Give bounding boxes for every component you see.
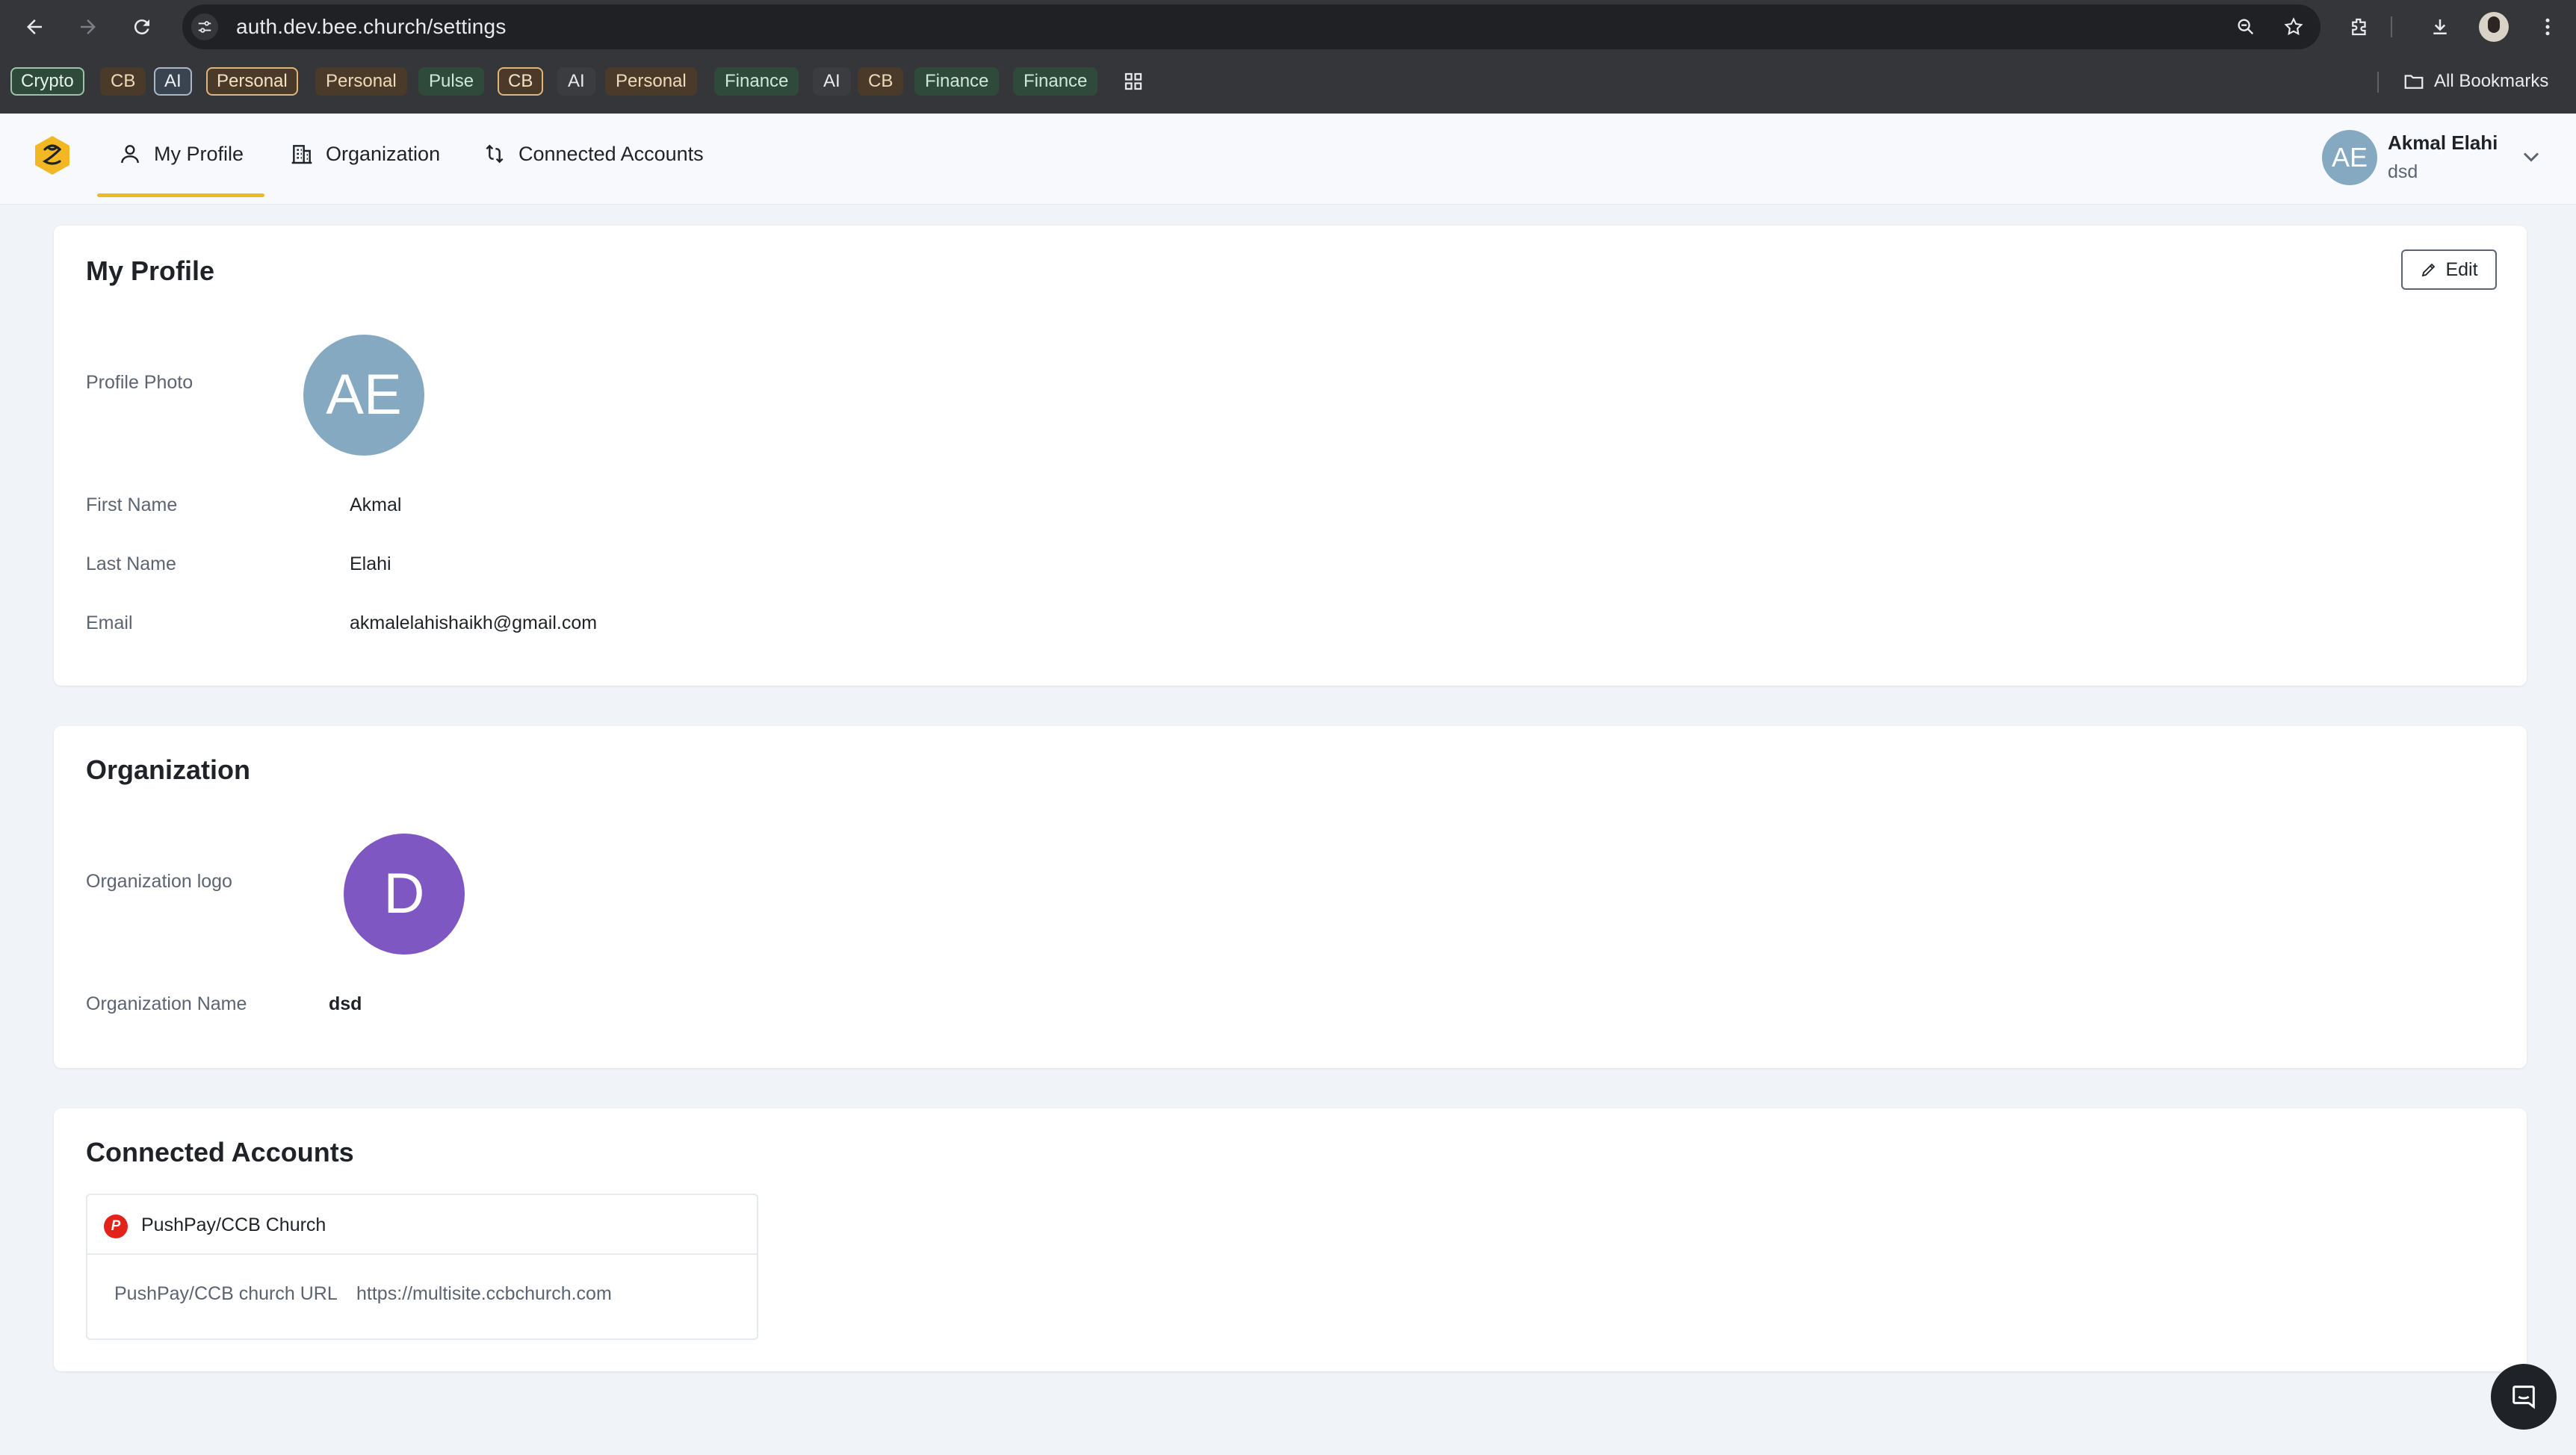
my-profile-title: My Profile <box>86 255 215 286</box>
pencil-icon <box>2422 263 2436 277</box>
bookmark-item[interactable]: AI <box>154 67 192 96</box>
organization-name-label: Organization Name <box>86 993 247 1014</box>
user-organization: dsd <box>2388 161 2418 182</box>
back-button[interactable] <box>15 7 54 46</box>
address-row: auth.dev.bee.church/settings <box>0 0 2576 54</box>
tab-organization-label: Organization <box>326 142 441 165</box>
last-name-value: Elahi <box>350 553 391 574</box>
browser-chrome: auth.dev.bee.church/settings All Bookmar… <box>0 0 2576 114</box>
organization-logo-avatar[interactable]: D <box>344 834 465 955</box>
bookmark-item[interactable]: Crypto <box>10 67 84 96</box>
tab-organization[interactable]: Organization <box>290 114 440 194</box>
bookmark-item[interactable]: Finance <box>714 67 799 96</box>
arrow-right-icon <box>81 19 96 34</box>
folder-icon <box>2404 75 2424 89</box>
app-header: My Profile Organization Connected Accoun… <box>0 114 2576 205</box>
church-url-label: PushPay/CCB church URL <box>114 1283 338 1304</box>
connection-icon <box>486 144 504 164</box>
user-icon <box>121 145 139 164</box>
extensions-icon[interactable] <box>2344 12 2374 42</box>
connected-account-header: P PushPay/CCB Church <box>87 1195 757 1255</box>
connected-account-item: P PushPay/CCB Church PushPay/CCB church … <box>86 1194 758 1340</box>
user-name: Akmal Elahi <box>2388 131 2498 154</box>
tab-my-profile-label: My Profile <box>154 142 244 165</box>
bookmarks-bar: All Bookmarks Crypto CB AI Personal Personal… <box>0 63 2576 102</box>
building-icon <box>291 145 312 164</box>
bookmark-item[interactable]: CB <box>498 67 544 96</box>
tab-connected-accounts[interactable]: Connected Accounts <box>483 114 704 194</box>
profile-photo-avatar[interactable]: AE <box>303 335 424 456</box>
reload-button[interactable] <box>123 7 161 46</box>
tab-connected-accounts-label: Connected Accounts <box>518 142 704 165</box>
bookmark-item[interactable]: Personal <box>206 67 298 96</box>
first-name-label: First Name <box>86 494 178 515</box>
connected-accounts-card: Connected Accounts P PushPay/CCB Church … <box>54 1108 2527 1371</box>
more-vertical-icon[interactable] <box>2533 12 2563 42</box>
toolbar-divider <box>2391 16 2392 37</box>
bookmark-item[interactable]: CB <box>858 67 904 96</box>
reload-icon <box>134 19 149 35</box>
bookmark-item[interactable]: Personal <box>315 67 407 96</box>
download-icon[interactable] <box>2425 12 2455 42</box>
forward-button[interactable] <box>69 7 108 46</box>
apps-grid-icon[interactable] <box>1116 67 1151 96</box>
my-profile-card: My Profile Edit Profile Photo AE First N… <box>54 226 2527 686</box>
organization-title: Organization <box>86 754 251 785</box>
all-bookmarks-label: All Bookmarks <box>2434 71 2549 91</box>
church-url-value: https://multisite.ccbchurch.com <box>356 1283 612 1304</box>
bookmark-item[interactable]: AI <box>813 67 851 96</box>
chat-icon <box>2512 1386 2535 1409</box>
connected-accounts-title: Connected Accounts <box>86 1137 354 1167</box>
bookmarks-divider <box>2377 72 2379 93</box>
tab-my-profile[interactable]: My Profile <box>97 114 265 197</box>
bookmark-item[interactable]: Finance <box>914 67 1000 96</box>
browser-profile-avatar[interactable] <box>2479 12 2509 42</box>
bookmark-star-icon[interactable] <box>2282 15 2306 39</box>
edit-button-label: Edit <box>2445 258 2478 280</box>
organization-card: Organization Organization logo D Organiz… <box>54 726 2527 1068</box>
bookmark-item[interactable]: AI <box>557 67 595 96</box>
connected-account-name: PushPay/CCB Church <box>141 1214 326 1235</box>
organization-name-value: dsd <box>329 993 362 1014</box>
url-text: auth.dev.bee.church/settings <box>236 15 507 38</box>
email-label: Email <box>86 612 133 633</box>
arrow-left-icon <box>27 19 42 34</box>
zoom-icon[interactable] <box>2234 15 2258 39</box>
bookmark-item[interactable]: Personal <box>605 67 697 96</box>
all-bookmarks-button[interactable]: All Bookmarks <box>2403 67 2548 96</box>
address-bar[interactable]: auth.dev.bee.church/settings <box>182 4 2320 49</box>
bookmark-item[interactable]: Pulse <box>418 67 485 96</box>
chevron-down-icon <box>2523 152 2539 162</box>
user-avatar: AE <box>2322 130 2377 185</box>
site-settings-icon[interactable] <box>191 13 218 40</box>
last-name-label: Last Name <box>86 553 176 574</box>
bookmark-item[interactable]: Finance <box>1013 67 1098 96</box>
bookmark-item[interactable]: CB <box>100 67 146 96</box>
user-menu[interactable]: AE Akmal Elahi dsd <box>2322 128 2546 188</box>
organization-logo-label: Organization logo <box>86 871 232 892</box>
pushpay-icon: P <box>104 1214 128 1238</box>
email-value: akmalelahishaikh@gmail.com <box>350 612 598 633</box>
profile-photo-label: Profile Photo <box>86 372 193 393</box>
bee-church-logo[interactable] <box>33 134 72 176</box>
edit-profile-button[interactable]: Edit <box>2401 249 2497 290</box>
chat-launcher-button[interactable] <box>2491 1364 2557 1430</box>
first-name-value: Akmal <box>350 494 402 515</box>
